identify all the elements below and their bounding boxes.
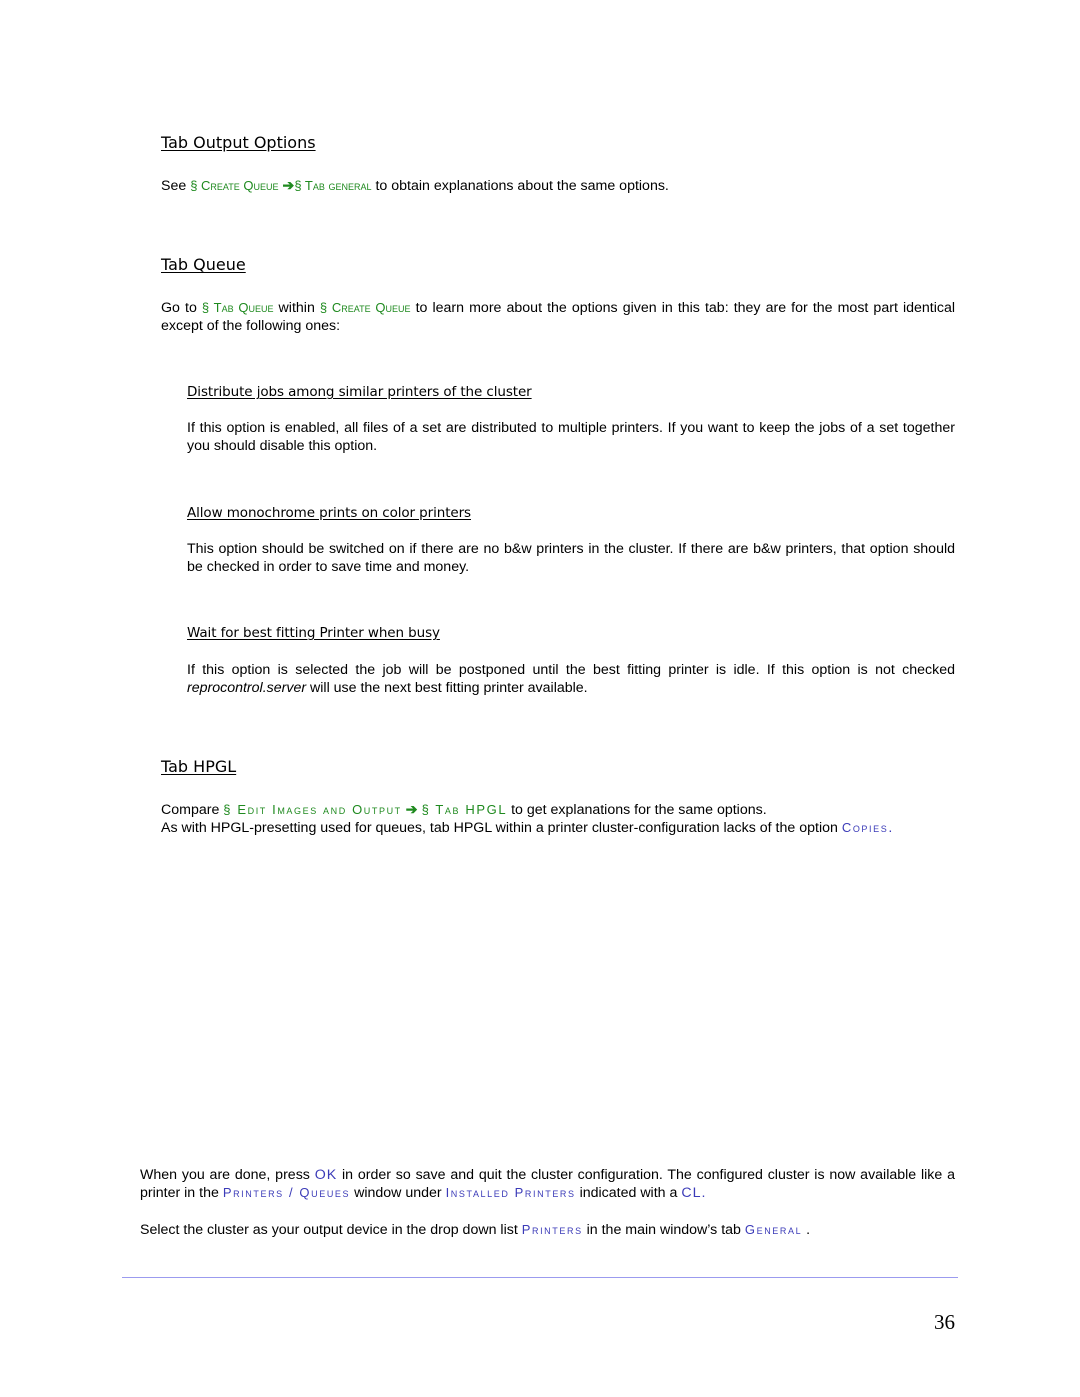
wait-best-fitting-paragraph: If this option is selected the job will … — [187, 661, 955, 697]
heading-tab-hpgl: Tab HPGL — [161, 757, 237, 776]
text: to get explanations for the same options… — [507, 802, 767, 818]
closing-paragraph-2: Select the cluster as your output device… — [140, 1221, 960, 1239]
product-name: reprocontrol.server — [187, 680, 307, 696]
general-tab-reference[interactable]: General — [745, 1222, 802, 1237]
text: to obtain explanations about the same op… — [371, 178, 669, 194]
subheading-wait-best-fitting: Wait for best fitting Printer when busy — [187, 625, 440, 641]
text: within — [273, 300, 320, 316]
link-copies[interactable]: Copies — [842, 820, 889, 835]
printers-dropdown-reference[interactable]: Printers — [522, 1222, 583, 1237]
closing-paragraph-1: When you are done, press OK in order so … — [140, 1166, 955, 1202]
text: As with HPGL-presetting used for queues,… — [161, 820, 842, 836]
link-tab-hpgl[interactable]: § Tab HPGL — [422, 802, 508, 817]
footer-divider — [122, 1277, 958, 1278]
text: will use the next best fitting printer a… — [306, 680, 588, 696]
arrow-icon: ➔ — [282, 178, 295, 194]
hpgl-line-1: Compare § Edit Images and Output ➔ § Tab… — [161, 801, 961, 819]
queue-paragraph: Go to § Tab Queue within § Create Queue … — [161, 299, 955, 335]
text: Go to — [161, 300, 202, 316]
text: indicated with a — [575, 1185, 682, 1201]
page-number: 36 — [934, 1310, 955, 1334]
hpgl-line-2: As with HPGL-presetting used for queues,… — [161, 819, 955, 837]
text: . — [802, 1222, 811, 1238]
text: . — [888, 820, 894, 836]
ok-button-reference[interactable]: OK — [315, 1167, 338, 1183]
allow-monochrome-paragraph: This option should be switched on if the… — [187, 541, 955, 575]
arrow-icon: ➔ — [405, 802, 418, 818]
text: See — [161, 178, 191, 194]
output-options-paragraph: See § Create Queue ➔§ Tab general to obt… — [161, 177, 961, 195]
subheading-allow-monochrome: Allow monochrome prints on color printer… — [187, 505, 471, 521]
heading-tab-queue: Tab Queue — [161, 255, 246, 274]
heading-tab-output-options: Tab Output Options — [161, 133, 316, 152]
text: in the main window’s tab — [582, 1222, 745, 1238]
link-edit-images-and-output[interactable]: § Edit Images and Output — [223, 802, 401, 817]
text: If this option is selected the job will … — [187, 662, 955, 678]
installed-printers-reference[interactable]: Installed Printers — [446, 1185, 576, 1200]
printers-queues-reference[interactable]: Printers / Queues — [223, 1185, 350, 1200]
subheading-distribute-jobs: Distribute jobs among similar printers o… — [187, 384, 532, 400]
text: Compare — [161, 802, 224, 818]
text: When you are done, press — [140, 1167, 315, 1183]
link-create-queue[interactable]: § Create Queue — [190, 178, 278, 193]
text: Select the cluster as your output device… — [140, 1222, 522, 1238]
link-create-queue[interactable]: § Create Queue — [320, 300, 411, 315]
cl-indicator: CL. — [681, 1185, 707, 1201]
text: window under — [350, 1185, 446, 1201]
link-tab-general[interactable]: § Tab general — [294, 178, 371, 193]
link-tab-queue[interactable]: § Tab Queue — [202, 300, 274, 315]
distribute-jobs-paragraph: If this option is enabled, all files of … — [187, 420, 955, 454]
